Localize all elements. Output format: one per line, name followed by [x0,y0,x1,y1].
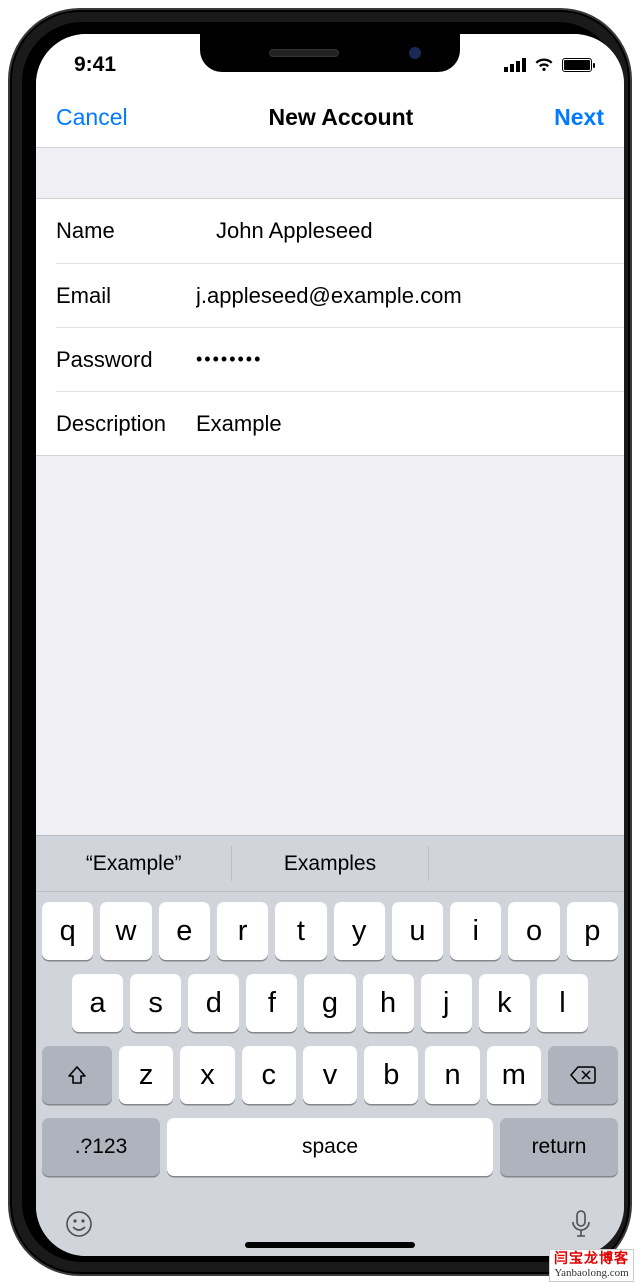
key-row-4: .?123 space return [42,1118,618,1176]
key-z[interactable]: z [119,1046,173,1104]
key-x[interactable]: x [180,1046,234,1104]
page-title: New Account [268,104,413,131]
key-q[interactable]: q [42,902,93,960]
key-e[interactable]: e [159,902,210,960]
wifi-icon [534,58,554,72]
key-a[interactable]: a [72,974,123,1032]
nav-bar: Cancel New Account Next [36,88,624,148]
password-row[interactable]: Password •••••••• [56,327,624,391]
dictation-button[interactable] [564,1207,598,1241]
watermark-line2: Yanbaolong.com [554,1267,629,1279]
name-row[interactable]: Name [36,199,624,263]
key-s[interactable]: s [130,974,181,1032]
key-j[interactable]: j [421,974,472,1032]
numbers-key[interactable]: .?123 [42,1118,160,1176]
key-f[interactable]: f [246,974,297,1032]
phone-frame: 9:41 Cancel New Account Next Name Email [8,8,632,1276]
suggestion-3[interactable] [429,836,624,891]
email-row[interactable]: Email [56,263,624,327]
space-key[interactable]: space [167,1118,493,1176]
name-label: Name [56,218,216,244]
suggestion-bar: “Example” Examples [36,836,624,892]
shift-key[interactable] [42,1046,112,1104]
front-camera [409,47,421,59]
suggestion-1[interactable]: “Example” [36,836,231,891]
key-v[interactable]: v [303,1046,357,1104]
key-w[interactable]: w [100,902,151,960]
key-o[interactable]: o [508,902,559,960]
keyboard: “Example” Examples q w e r t y u i o p [36,835,624,1256]
description-field[interactable]: Example [196,411,282,437]
status-time: 9:41 [74,53,116,77]
suggestion-2[interactable]: Examples [232,836,427,891]
description-row[interactable]: Description Example [56,391,624,455]
form-spacer [36,148,624,198]
emoji-icon [64,1209,94,1239]
key-g[interactable]: g [304,974,355,1032]
status-right [504,58,592,72]
key-row-2: a s d f g h j k l [42,974,618,1032]
screen: 9:41 Cancel New Account Next Name Email [36,34,624,1256]
shift-icon [66,1064,88,1086]
email-field[interactable] [196,283,604,309]
next-button[interactable]: Next [554,104,604,131]
speaker-grille [269,49,339,57]
microphone-icon [569,1209,593,1239]
key-t[interactable]: t [275,902,326,960]
key-row-3: z x c v b n m [42,1046,618,1104]
password-field[interactable]: •••••••• [196,349,262,370]
key-k[interactable]: k [479,974,530,1032]
password-label: Password [56,347,196,373]
key-i[interactable]: i [450,902,501,960]
home-indicator[interactable] [245,1242,415,1248]
notch [200,34,460,72]
description-label: Description [56,411,196,437]
key-r[interactable]: r [217,902,268,960]
email-label: Email [56,283,196,309]
account-form: Name Email Password •••••••• Description… [36,198,624,456]
watermark: 闫宝龙博客 Yanbaolong.com [549,1249,634,1282]
watermark-line1: 闫宝龙博客 [554,1252,629,1267]
keyboard-keys: q w e r t y u i o p a s d f g h [36,892,624,1198]
key-d[interactable]: d [188,974,239,1032]
cellular-icon [504,58,526,72]
key-h[interactable]: h [363,974,414,1032]
key-row-1: q w e r t y u i o p [42,902,618,960]
key-p[interactable]: p [567,902,618,960]
key-l[interactable]: l [537,974,588,1032]
key-n[interactable]: n [425,1046,479,1104]
backspace-icon [570,1065,596,1085]
battery-icon [562,58,592,72]
name-field[interactable] [216,218,604,244]
emoji-button[interactable] [62,1207,96,1241]
key-u[interactable]: u [392,902,443,960]
return-key[interactable]: return [500,1118,618,1176]
key-y[interactable]: y [334,902,385,960]
key-c[interactable]: c [242,1046,296,1104]
key-b[interactable]: b [364,1046,418,1104]
backspace-key[interactable] [548,1046,618,1104]
cancel-button[interactable]: Cancel [56,104,128,131]
key-m[interactable]: m [487,1046,541,1104]
